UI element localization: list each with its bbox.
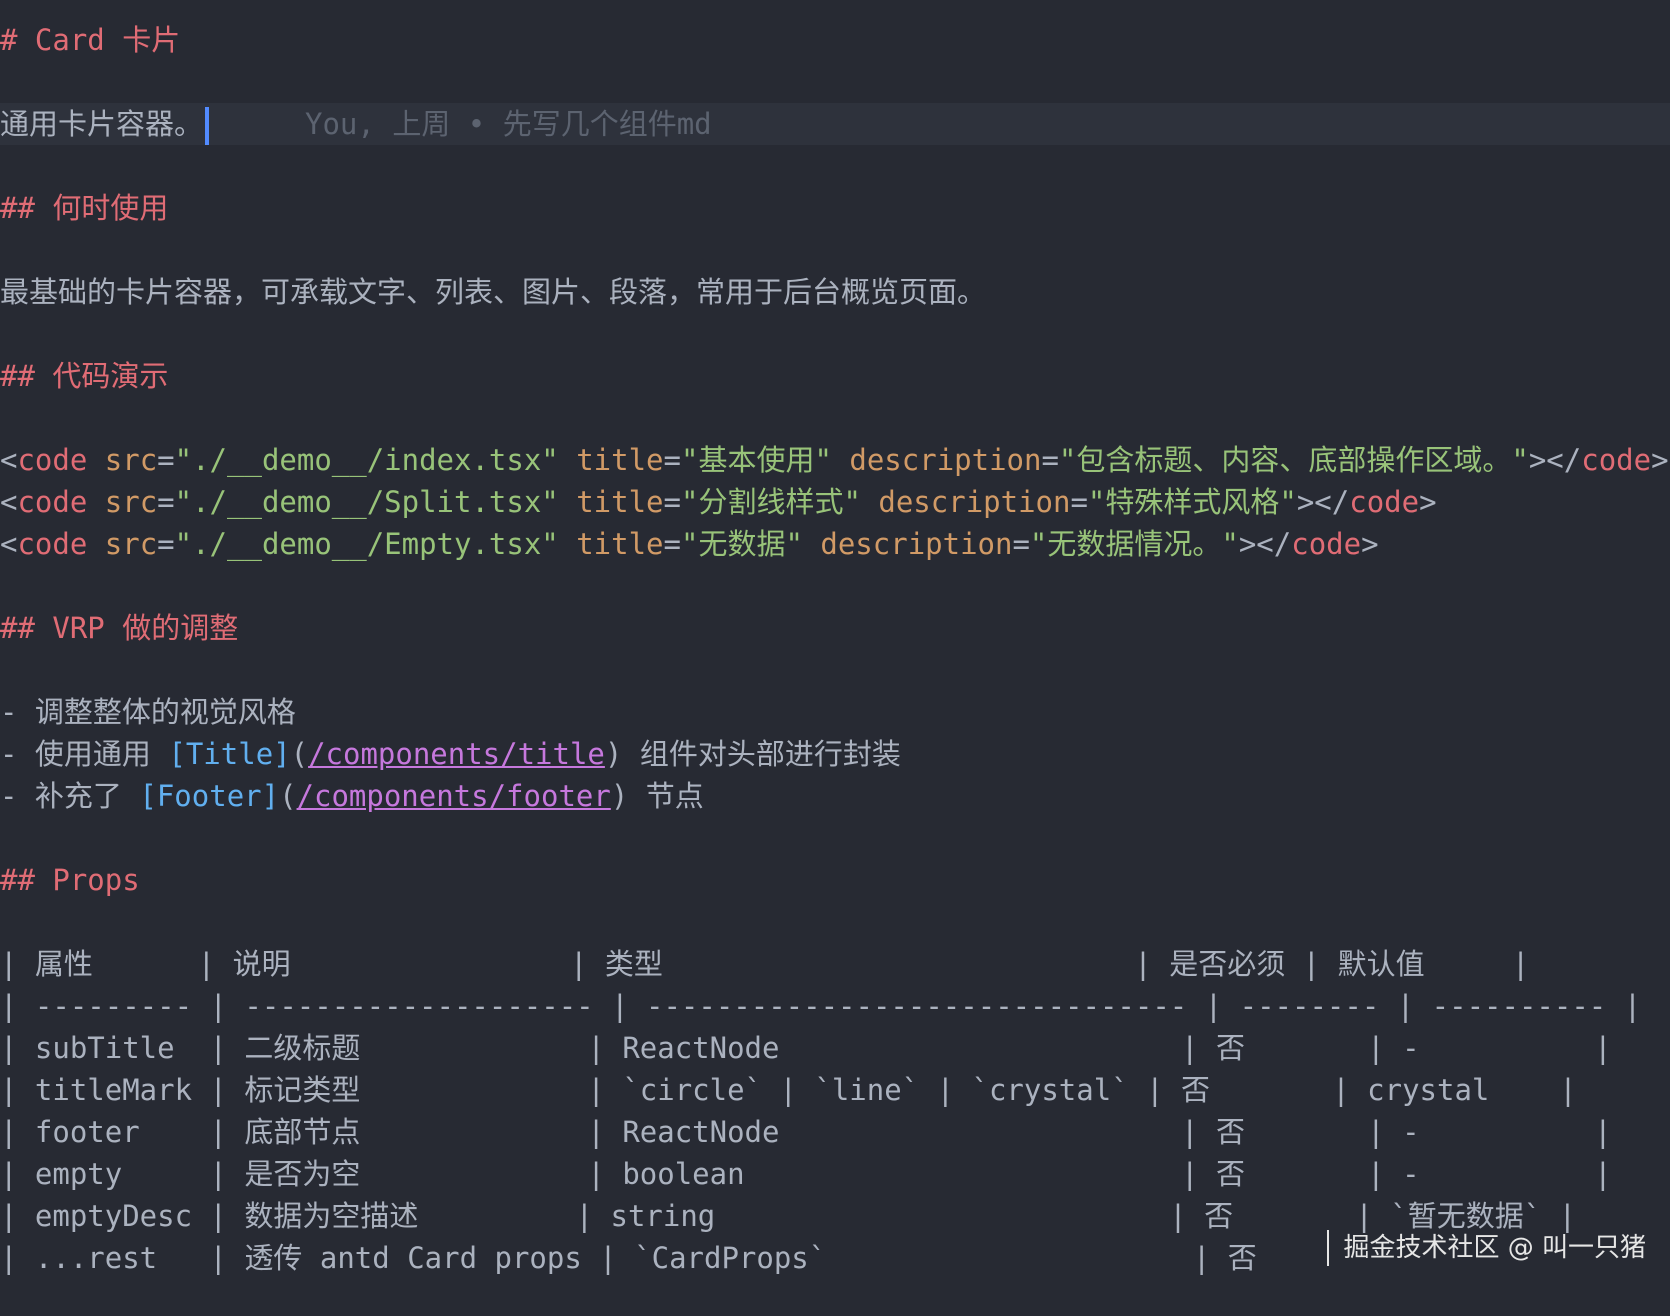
table-line: | subTitle | 二级标题 | ReactNode | 否 | - | [0,1031,1612,1065]
link-url[interactable]: /components/footer [297,779,611,813]
table-line: | footer | 底部节点 | ReactNode | 否 | - | [0,1115,1612,1149]
heading-demo: ## 代码演示 [0,359,169,393]
link-text[interactable]: [Title] [168,737,290,771]
demo-line: <code src="./__demo__/Split.tsx" title="… [0,485,1437,519]
demo-line: <code src="./__demo__/Empty.tsx" title="… [0,527,1379,561]
when-text: 最基础的卡片容器，可承载文字、列表、图片、段落，常用于后台概览页面。 [0,275,987,309]
table-line: | titleMark | 标记类型 | `circle` | `line` |… [0,1073,1577,1107]
git-blame-annotation: You, 上周 • 先写几个组件md [305,107,712,141]
markdown-editor[interactable]: # Card 卡片 通用卡片容器。 You, 上周 • 先写几个组件md ## 何… [0,0,1670,1316]
list-item: - 使用通用 [Title](/components/title) 组件对头部进… [0,737,901,771]
intro-text: 通用卡片容器。 [0,107,204,141]
watermark: 掘金技术社区 @ 叫一只猪 [1327,1230,1646,1266]
heading-vrp: ## VRP 做的调整 [0,611,239,645]
text-cursor [205,107,210,145]
heading-card: # Card 卡片 [0,23,181,57]
table-line: | empty | 是否为空 | boolean | 否 | - | [0,1157,1612,1191]
list-item: - 调整整体的视觉风格 [0,695,296,729]
table-line: | 属性 | 说明 | 类型 | 是否必须 | 默认值 | [0,947,1530,981]
table-line: | --------- | -------------------- | ---… [0,989,1642,1023]
heading-when: ## 何时使用 [0,191,169,225]
link-text[interactable]: [Footer] [139,779,279,813]
link-url[interactable]: /components/title [308,737,605,771]
list-item: - 补充了 [Footer](/components/footer) 节点 [0,779,704,813]
table-line: | ...rest | 透传 antd Card props | `CardPr… [0,1241,1380,1275]
heading-props: ## Props [0,863,140,897]
demo-line: <code src="./__demo__/index.tsx" title="… [0,443,1669,477]
intro-line[interactable]: 通用卡片容器。 You, 上周 • 先写几个组件md [0,103,1670,145]
